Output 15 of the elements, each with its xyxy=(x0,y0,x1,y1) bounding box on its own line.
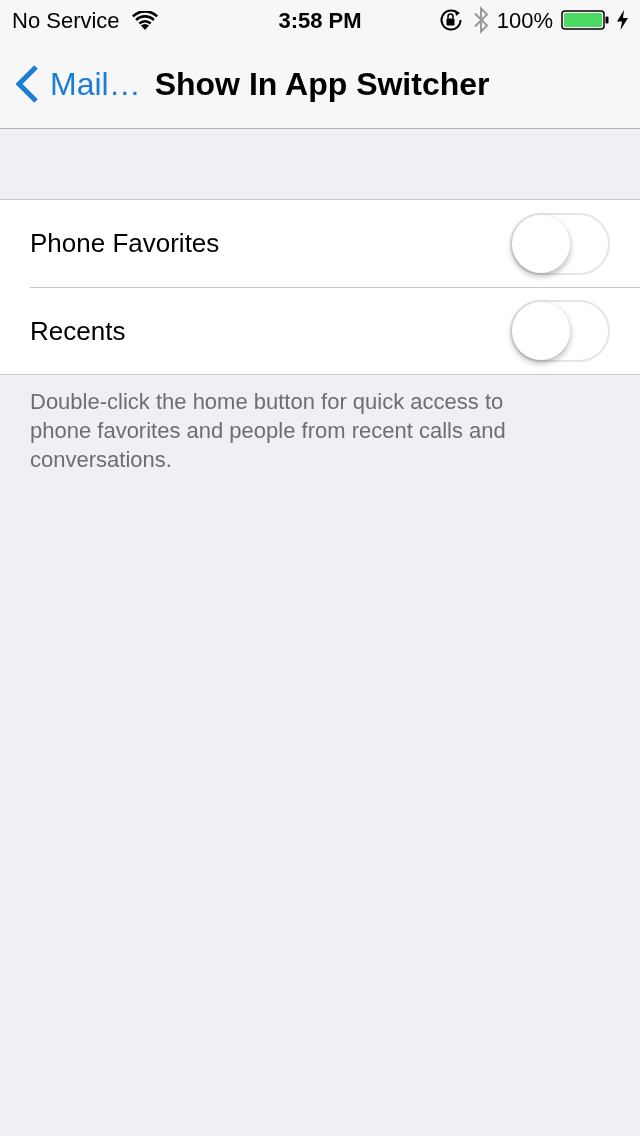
back-button[interactable]: Mail… xyxy=(14,60,141,108)
wifi-icon xyxy=(131,10,158,30)
setting-label: Phone Favorites xyxy=(30,227,220,260)
chevron-left-icon xyxy=(14,65,40,103)
charging-bolt-icon xyxy=(617,10,628,30)
toggle-switch[interactable] xyxy=(510,212,610,275)
battery-icon xyxy=(561,10,609,30)
carrier-label: No Service xyxy=(12,6,120,35)
footer-note: Double-click the home button for quick access to phone favorites and people from recent calls and conversations. xyxy=(29,388,507,474)
page-title: Show In App Switcher xyxy=(154,65,490,104)
battery-percentage: 100% xyxy=(496,6,553,35)
bluetooth-icon xyxy=(472,6,489,34)
clock-time: 3:58 PM xyxy=(278,6,362,35)
toggle-switch[interactable] xyxy=(510,300,610,362)
setting-label: Recents xyxy=(30,314,126,348)
